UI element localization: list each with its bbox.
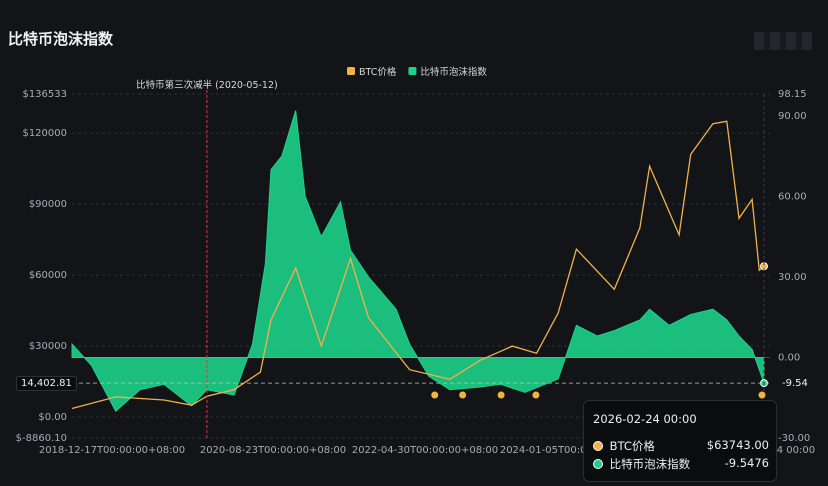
right-tick-label: -30.00 — [778, 433, 810, 444]
right-tick-label: 60.00 — [778, 191, 807, 202]
tooltip-label-bubble: 比特币泡沫指数 — [609, 457, 691, 471]
tooltip-value-bubble: -9.5476 — [724, 456, 769, 470]
bubble-index-area — [71, 110, 765, 412]
tooltip-value-btc: $63743.00 — [706, 438, 769, 452]
right-tick-label: 30.00 — [778, 272, 807, 283]
pointer-hand-icon — [532, 391, 540, 399]
left-tick-label: $60000 — [29, 270, 67, 281]
left-tick-label: $30000 — [29, 341, 67, 352]
pointer-hand-icon — [431, 391, 439, 399]
tooltip-date: 2026-02-24 00:00 — [593, 412, 697, 426]
left-tick-label: $90000 — [29, 199, 67, 210]
legend-label: BTC价格 — [359, 66, 397, 78]
right-tick-label: 90.00 — [778, 111, 807, 122]
btc-dot-icon — [593, 441, 603, 451]
legend-swatch — [408, 67, 417, 75]
left-tick-label: $-8860.10 — [16, 433, 67, 444]
marker-icons — [431, 391, 766, 399]
pointer-hand-icon — [497, 391, 505, 399]
x-tick-label: 2022-04-30T00:00:00+08:00 — [352, 445, 498, 456]
current-index-badge: -9.54 — [782, 378, 808, 389]
left-tick-label: $136533 — [22, 89, 67, 100]
tooltip-label-btc: BTC价格 — [609, 439, 655, 453]
left-tick-label: $120000 — [22, 128, 67, 139]
legend-label: 比特币泡沫指数 — [420, 66, 487, 78]
legend: BTC价格 比特币泡沫指数 — [347, 66, 487, 78]
pointer-hand-icon — [459, 391, 467, 399]
tooltip-row-bubble: 比特币泡沫指数 -9.5476 — [593, 456, 769, 472]
bubble-index-series — [71, 110, 768, 412]
right-axis: 98.15 90.00 60.00 30.00 0.00 -30.00 -9.54 — [763, 89, 810, 444]
left-tick-label: $0.00 — [38, 412, 67, 423]
legend-swatch — [347, 67, 355, 75]
x-tick-label: 2020-08-23T00:00:00+08:00 — [200, 445, 346, 456]
halving-label: 比特币第三次减半 (2020-05-12) — [136, 79, 278, 91]
tooltip: 2026-02-24 00:00 BTC价格 $63743.00 比特币泡沫指数… — [583, 400, 777, 482]
right-tick-label: 98.15 — [778, 89, 807, 100]
tooltip-row-btc: BTC价格 $63743.00 — [593, 438, 769, 454]
x-tick-label: 2018-12-17T00:00:00+08:00 — [39, 445, 185, 456]
right-tick-label: 0.00 — [778, 352, 800, 363]
pointer-hand-icon — [758, 391, 766, 399]
current-price-badge: 14,402.81 — [16, 376, 77, 391]
bubble-dot-icon — [593, 459, 603, 469]
